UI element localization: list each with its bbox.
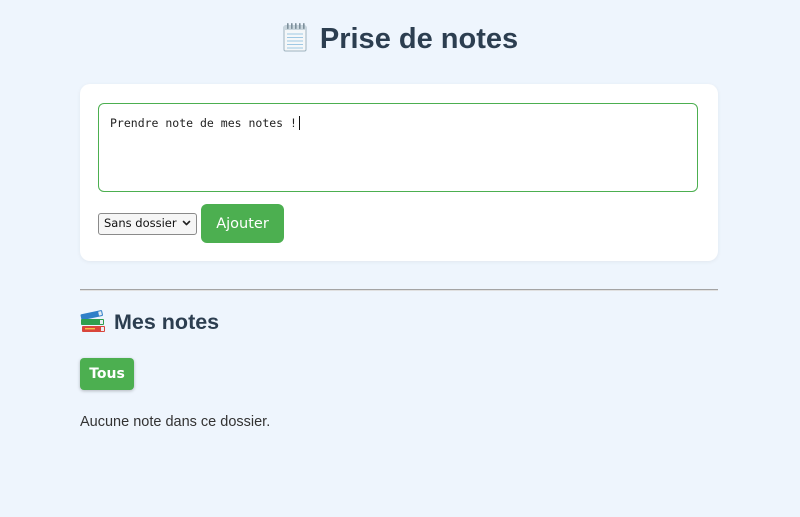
notes-section-title-text: Mes notes [114,310,220,334]
notes-section-title: Mes notes [80,308,219,336]
text-caret [298,116,300,130]
page-title: Prise de notes [0,18,800,60]
folder-select-value: Sans dossier [104,216,177,230]
page-title-text: Prise de notes [319,23,519,55]
folder-filter-all-button[interactable]: Tous [80,358,134,390]
chevron-down-icon [182,217,191,229]
section-divider [80,289,718,291]
books-icon [80,309,106,333]
empty-notes-message: Aucune note dans ce dossier. [80,414,271,430]
app-page: Prise de notes Prendre note de mes notes… [0,0,800,517]
folder-select[interactable]: Sans dossier [98,213,197,235]
note-textarea[interactable]: Prendre note de mes notes ! [98,103,698,192]
note-composer-card: Prendre note de mes notes ! Sans dossier… [80,84,718,261]
note-textarea-value: Prendre note de mes notes ! [110,116,297,130]
add-note-button[interactable]: Ajouter [201,204,284,243]
notepad-icon [282,22,308,52]
